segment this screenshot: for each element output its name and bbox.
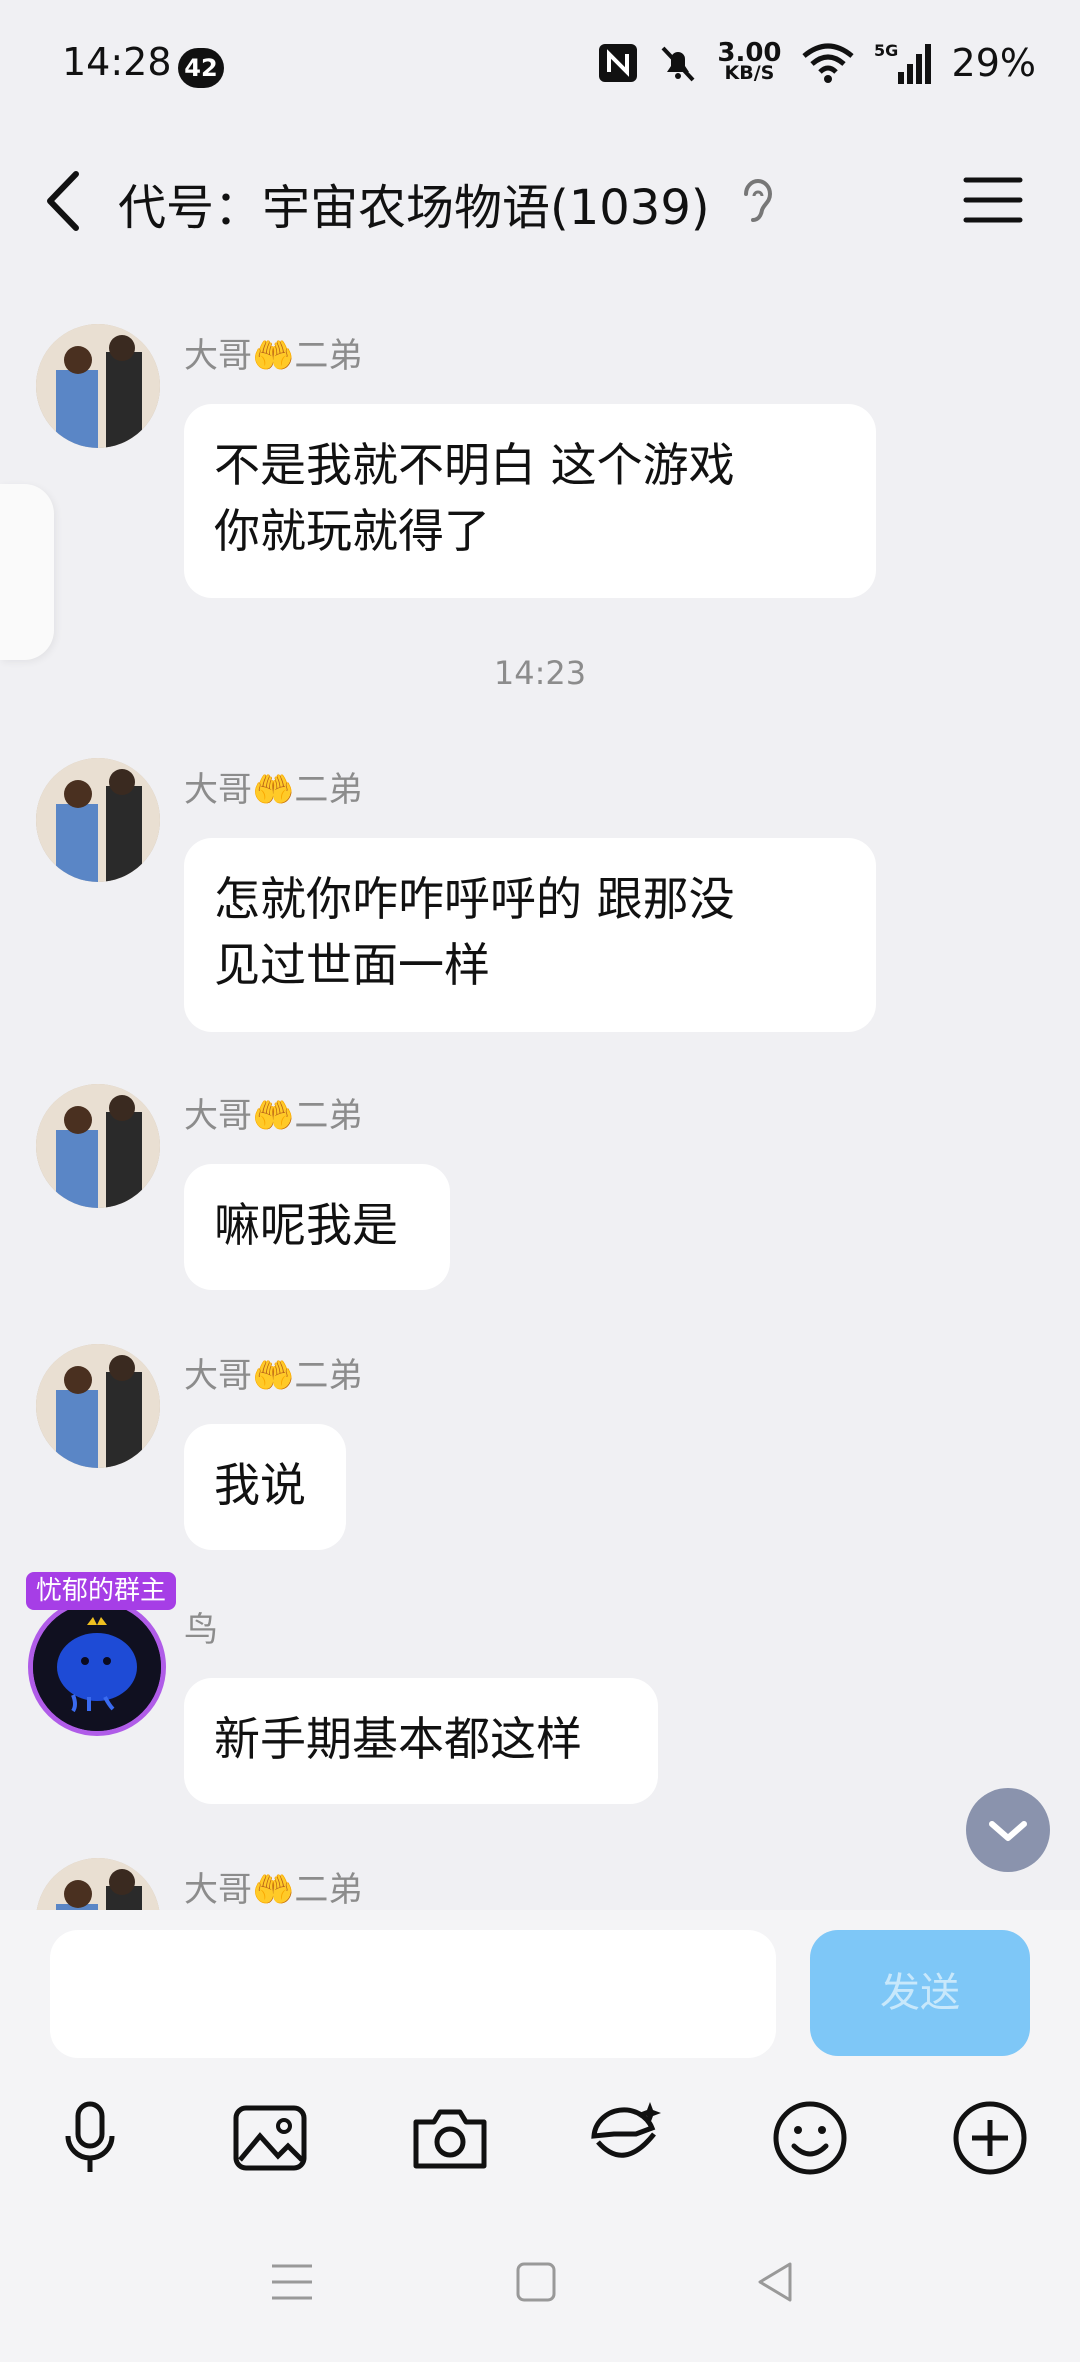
status-icons: 3.00 KB/S 5G 29% [597, 38, 1036, 88]
sender-name: 鸟 [184, 1610, 218, 1650]
network-type-label: 5G [874, 41, 898, 60]
avatar[interactable] [36, 1344, 160, 1468]
emoji-icon[interactable] [768, 2096, 852, 2180]
status-time: 14:28 [62, 40, 172, 84]
message-bubble[interactable]: 怎就你咋咋呼呼的 跟那没 见过世面一样 [184, 838, 876, 1032]
back-icon[interactable] [38, 166, 98, 236]
image-icon[interactable] [228, 2096, 312, 2180]
message-bubble[interactable]: 不是我就不明白 这个游戏 你就玩就得了 [184, 404, 876, 598]
scroll-to-bottom-button[interactable] [966, 1788, 1050, 1872]
sender-name: 大哥🤲二弟 [184, 1096, 363, 1136]
system-navbar [0, 2230, 1080, 2330]
battery-level: 29% [951, 41, 1036, 85]
menu-icon[interactable] [268, 2258, 316, 2310]
message-text-line: 见过世面一样 [214, 938, 490, 992]
sender-name: 大哥🤲二弟 [184, 1356, 363, 1396]
nfc-icon [597, 42, 639, 84]
notification-count-badge: 42 [178, 48, 224, 88]
message-bubble[interactable]: 嘛呢我是 [184, 1164, 450, 1290]
message-bubble[interactable]: 新手期基本都这样 [184, 1678, 658, 1804]
avatar[interactable] [28, 1598, 166, 1736]
sender-name: 大哥🤲二弟 [184, 336, 363, 376]
sender-name: 大哥🤲二弟 [184, 1870, 363, 1910]
signal-5g-icon: 5G [874, 40, 934, 86]
plus-icon[interactable] [948, 2096, 1032, 2180]
menu-icon[interactable] [960, 170, 1026, 230]
sticker-icon[interactable] [584, 2096, 668, 2180]
avatar[interactable] [36, 1084, 160, 1208]
toolbar [0, 2090, 1080, 2190]
message-text-line: 怎就你咋咋呼呼的 跟那没 [214, 872, 735, 926]
side-drawer-tab[interactable] [0, 484, 54, 660]
mute-bell-icon [657, 42, 699, 84]
send-button[interactable]: 发送 [810, 1930, 1030, 2056]
message-item: 大哥🤲二弟 [0, 1858, 1080, 1910]
message-text-line: 你就玩就得了 [214, 504, 490, 558]
chat-header: 代号：宇宙农场物语(1039) [0, 150, 1080, 250]
avatar[interactable] [36, 758, 160, 882]
timestamp: 14:23 [493, 654, 587, 692]
wifi-icon [800, 42, 856, 84]
ear-icon[interactable] [738, 174, 778, 228]
chevron-down-icon [989, 1821, 1027, 1841]
network-speed: 3.00 KB/S [717, 38, 782, 84]
status-bar: 14:28 42 3.00 KB/S 5G 29% [0, 0, 1080, 136]
group-owner-badge: 忧郁的群主 [26, 1572, 177, 1610]
message-bubble[interactable]: 我说 [184, 1424, 346, 1550]
avatar[interactable] [36, 324, 160, 448]
back-triangle-icon[interactable] [752, 2258, 800, 2310]
group-title[interactable]: 代号：宇宙农场物语(1039) [118, 168, 710, 238]
avatar[interactable] [36, 1858, 160, 1910]
microphone-icon[interactable] [48, 2096, 132, 2180]
message-text: 我说 [214, 1458, 306, 1512]
message-text-line: 不是我就不明白 这个游戏 [214, 438, 735, 492]
speed-value: 3.00 [717, 38, 782, 68]
speed-unit: KB/S [724, 62, 775, 84]
sender-name: 大哥🤲二弟 [184, 770, 363, 810]
home-square-icon[interactable] [512, 2258, 560, 2310]
message-input[interactable] [50, 1930, 776, 2058]
message-text: 嘛呢我是 [214, 1198, 398, 1252]
camera-icon[interactable] [408, 2096, 492, 2180]
message-text: 新手期基本都这样 [214, 1712, 582, 1766]
